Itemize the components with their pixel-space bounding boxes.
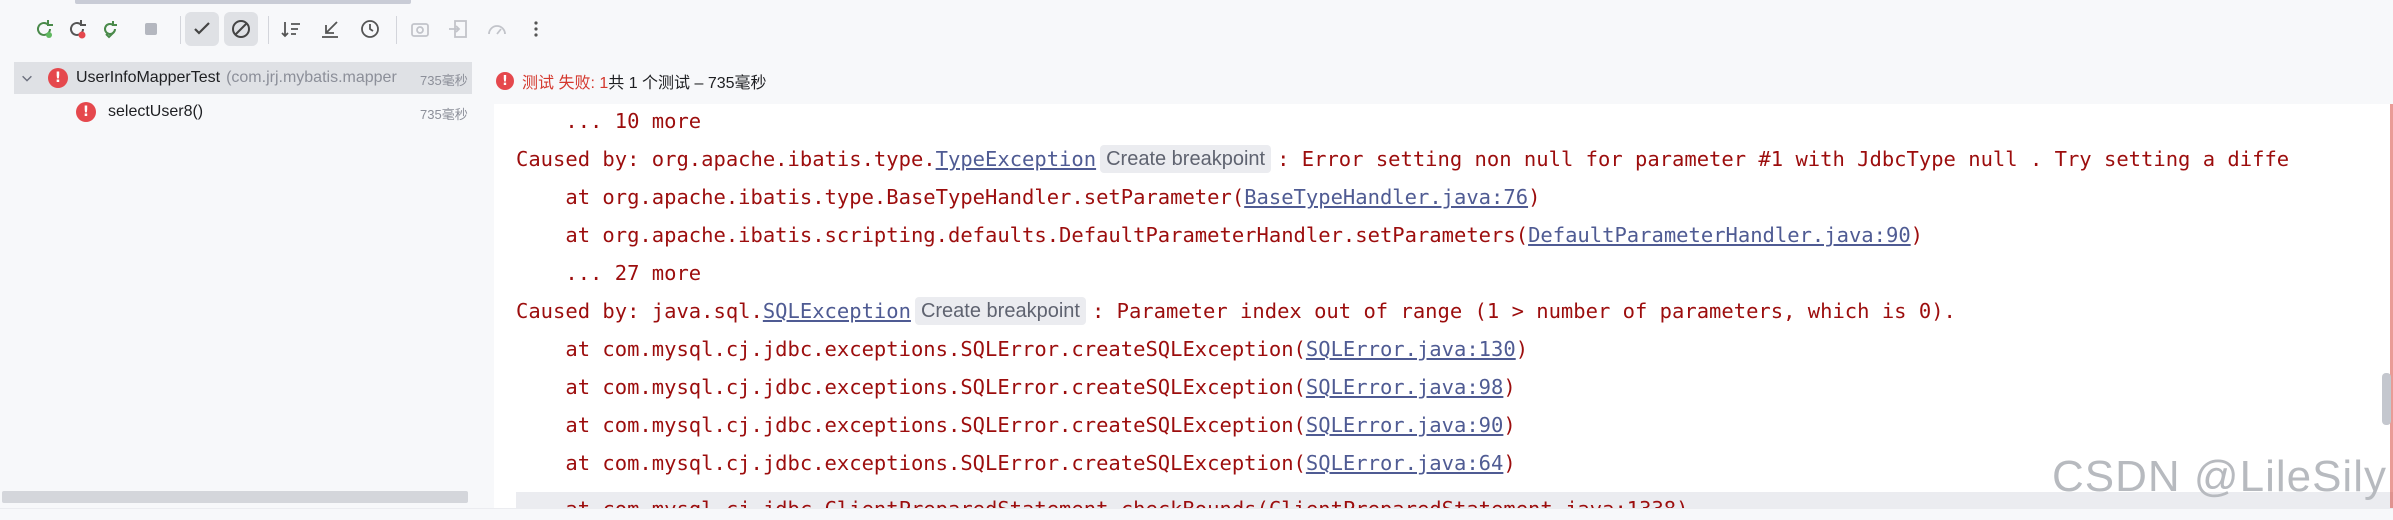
collapse-icon[interactable] [313, 12, 347, 46]
toolbar-scroll-indicator [75, 0, 411, 4]
horizontal-scrollbar[interactable] [2, 491, 468, 503]
show-passed-icon[interactable] [185, 12, 219, 46]
console-line: at org.apache.ibatis.type.BaseTypeHandle… [516, 180, 1540, 214]
import-icon[interactable] [441, 12, 475, 46]
stop-icon[interactable] [134, 12, 168, 46]
chevron-down-icon[interactable] [20, 71, 36, 85]
create-breakpoint-button[interactable]: Create breakpoint [1100, 145, 1272, 173]
console-line: at com.mysql.cj.jdbc.exceptions.SQLError… [516, 332, 1528, 366]
console-line: at com.mysql.cj.jdbc.exceptions.SQLError… [516, 408, 1516, 442]
console-text: ) [1910, 223, 1924, 247]
test-toolbar [0, 0, 2393, 59]
console-text: : Error setting non null for parameter #… [1277, 147, 2290, 171]
console-line: Caused by: org.apache.ibatis.type.TypeEx… [516, 142, 2289, 176]
toolbar-separator [396, 16, 397, 44]
vertical-scrollbar[interactable] [2382, 373, 2391, 425]
toolbar-separator [180, 16, 181, 44]
bottom-bar [0, 508, 2393, 520]
speed-icon[interactable] [480, 12, 514, 46]
exception-link[interactable]: SQLException [763, 299, 911, 323]
source-link[interactable]: BaseTypeHandler.java:76 [1244, 185, 1528, 209]
error-icon: ! [48, 68, 68, 88]
console-text: ) [1515, 337, 1529, 361]
tree-item-duration: 735毫秒 [420, 107, 468, 122]
toolbar-separator [268, 16, 269, 44]
tree-item-root[interactable]: ! UserInfoMapperTest (com.jrj.mybatis.ma… [14, 62, 472, 94]
source-link[interactable]: SQLError.java:130 [1306, 337, 1516, 361]
create-breakpoint-button[interactable]: Create breakpoint [914, 297, 1086, 325]
source-link[interactable]: SQLError.java:98 [1306, 375, 1503, 399]
console-text: : Parameter index out of range (1 > numb… [1091, 299, 1956, 323]
console-text: Caused by: java.sql. [516, 299, 763, 323]
sort-duration-icon[interactable] [353, 12, 387, 46]
screenshot-icon[interactable] [403, 12, 437, 46]
rerun-failed-icon[interactable] [60, 12, 94, 46]
test-tree-panel: ! UserInfoMapperTest (com.jrj.mybatis.ma… [0, 58, 480, 519]
tree-item-child[interactable]: ! selectUser8() 735毫秒 [14, 96, 472, 128]
tree-item-name: selectUser8() [108, 103, 204, 120]
exception-link[interactable]: TypeException [936, 147, 1096, 171]
rerun-auto-icon[interactable] [93, 12, 127, 46]
watermark: CSDN @LileSily [2052, 452, 2387, 501]
error-icon: ! [496, 72, 514, 90]
console-text: at com.mysql.cj.jdbc.exceptions.SQLError… [516, 337, 1306, 361]
console-line: at com.mysql.cj.jdbc.exceptions.SQLError… [516, 370, 1516, 404]
console-line: Caused by: java.sql.SQLException Create b… [516, 294, 1956, 328]
error-icon: ! [76, 102, 96, 122]
source-link[interactable]: SQLError.java:64 [1306, 451, 1503, 475]
source-link[interactable]: DefaultParameterHandler.java:90 [1528, 223, 1911, 247]
console-text: at com.mysql.cj.jdbc.exceptions.SQLError… [516, 413, 1306, 437]
console-line: at com.mysql.cj.jdbc.exceptions.SQLError… [516, 446, 1516, 480]
console-text: Caused by: org.apache.ibatis.type. [516, 147, 936, 171]
console-text: at org.apache.ibatis.type.BaseTypeHandle… [516, 185, 1245, 209]
console-text: at org.apache.ibatis.scripting.defaults.… [516, 223, 1529, 247]
console-text: ) [1528, 185, 1541, 209]
show-ignored-icon[interactable] [224, 12, 258, 46]
tree-item-duration: 735毫秒 [420, 73, 468, 88]
tree-item-name: UserInfoMapperTest [76, 69, 221, 86]
tree-item-package: (com.jrj.mybatis.mapper [226, 69, 397, 86]
console-line: ... 27 more [516, 261, 702, 285]
console-text: at com.mysql.cj.jdbc.exceptions.SQLError… [516, 451, 1306, 475]
more-icon[interactable] [519, 12, 553, 46]
test-status-bar: ! 测试 失败: 1 共 1 个测试 – 735毫秒 [494, 58, 2393, 105]
panel-splitter[interactable] [480, 58, 495, 519]
fail-status-label: 测试 失败: 1 [522, 75, 609, 92]
console-text: ) [1503, 375, 1516, 399]
source-link[interactable]: SQLError.java:90 [1306, 413, 1503, 437]
console-text: ) [1503, 413, 1516, 437]
console-line: ... 10 more [516, 109, 702, 133]
sort-alpha-icon[interactable] [275, 12, 309, 46]
console-text: ) [1503, 451, 1516, 475]
rerun-icon[interactable] [27, 12, 61, 46]
console-text: at com.mysql.cj.jdbc.exceptions.SQLError… [516, 375, 1306, 399]
test-summary: 共 1 个测试 – 735毫秒 [608, 75, 767, 92]
console-line: at org.apache.ibatis.scripting.defaults.… [516, 218, 1923, 252]
